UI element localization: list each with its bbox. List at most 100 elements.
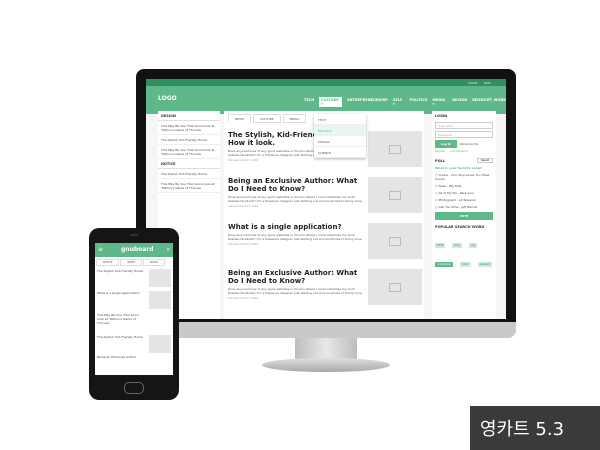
phone-home-button[interactable] <box>124 382 144 394</box>
nav-item-media[interactable]: MEDIA ▾ <box>432 98 447 107</box>
post-thumbnail[interactable] <box>368 177 422 213</box>
search-icon[interactable]: ⌕ <box>474 97 477 103</box>
tag[interactable]: blog <box>452 243 462 248</box>
tag[interactable]: conference <box>435 262 453 267</box>
tab-news[interactable]: NEWS <box>228 114 252 123</box>
post-item: What is a single application? Does anyon… <box>228 223 363 246</box>
post-thumbnail[interactable] <box>368 223 422 259</box>
post-excerpt: Does anyone know of any good websites or… <box>228 233 362 241</box>
tab-culture[interactable]: CULTURE <box>253 114 281 123</box>
version-label: 영카트 5.3 <box>480 419 565 440</box>
image-icon <box>389 282 401 292</box>
login-link[interactable]: LOGIN <box>468 81 477 85</box>
site-logo[interactable]: LOGO <box>158 95 177 102</box>
mobile-thumbnail[interactable] <box>149 335 171 353</box>
culture-dropdown-menu: TECH POLITICS DESIGN SCIENCE <box>314 114 366 158</box>
image-icon <box>389 236 401 246</box>
poll-option[interactable]: ○ Call You Mine - Jeff Bernat <box>432 203 496 210</box>
post-thumbnail[interactable] <box>368 131 422 167</box>
mobile-header: ≡ gnuboard ⌕ <box>95 243 173 257</box>
version-badge: 영카트 5.3 <box>470 406 600 450</box>
remember-me-checkbox[interactable]: Remember Me <box>460 143 478 146</box>
mobile-list-item[interactable]: The Stylish, Kid-Friendly Home. <box>97 269 145 273</box>
tab-news[interactable]: NEWS <box>120 259 142 266</box>
sidebar-heading-design: DESIGN <box>158 111 220 121</box>
tag[interactable]: 2016 <box>435 243 446 248</box>
tab-media[interactable]: MEDIA <box>282 114 307 123</box>
password-field[interactable]: Password <box>435 131 493 138</box>
popular-search-heading: POPULAR SEARCH WORD <box>435 225 485 229</box>
mobile-site-screen: ≡ gnuboard ⌕ NOTICE NEWS MEDIA The Styli… <box>95 243 173 375</box>
menu-icon[interactable]: ≡ <box>98 246 103 253</box>
mobile-list-item[interactable]: What is a single application? <box>97 291 145 295</box>
login-heading: LOGIN <box>435 114 448 118</box>
search-icon[interactable]: ⌕ <box>167 246 170 254</box>
desktop-site-screen: LOGIN JOIN LOGO TECH CULTURE ▾ ENTREPREN… <box>146 79 506 319</box>
post-title[interactable]: What is a single application? <box>228 223 363 231</box>
mobile-tabs: NOTICE NEWS MEDIA <box>96 259 166 266</box>
vote-button[interactable]: VOTE <box>435 212 493 220</box>
sidebar-link[interactable]: This May Be Your First Good Look at 'Tet… <box>158 145 220 159</box>
post-meta: Unknown April 21, 2016 <box>228 243 259 246</box>
dropdown-item-tech[interactable]: TECH <box>314 114 366 125</box>
monitor-stand-neck <box>295 338 357 360</box>
monitor-stand-foot <box>262 358 390 372</box>
post-meta: Unknown April 21, 2016 <box>228 159 259 162</box>
content-tabs: NEWS CULTURE MEDIA <box>228 114 307 123</box>
poll-heading: POLL <box>435 159 446 163</box>
tag[interactable]: element <box>477 262 492 267</box>
post-excerpt: Does anyone know of any good websites or… <box>228 287 362 295</box>
mobile-list-item[interactable]: Being an Exclusive Author <box>97 355 145 359</box>
mobile-thumbnail[interactable] <box>149 269 171 287</box>
nav-item-culture[interactable]: CULTURE ▾ <box>319 97 343 107</box>
sidebar-link[interactable]: This May Be Your First Good Look at 'Tet… <box>158 121 220 135</box>
post-meta: Unknown April 21, 2016 <box>228 205 259 208</box>
poll-option[interactable]: ○ All of My life - Park won <box>432 189 496 196</box>
post-item: Being an Exclusive Author: What Do I Nee… <box>228 269 363 300</box>
menu-icon[interactable]: ≡ <box>488 97 492 103</box>
post-thumbnail[interactable] <box>368 269 422 305</box>
poll-option[interactable]: ○ Photograph - ed Sheeran <box>432 196 496 203</box>
tab-notice[interactable]: NOTICE <box>96 259 120 266</box>
poll-result-button[interactable]: Result <box>477 158 493 163</box>
sidebar-link[interactable]: The Stylish, Kid-Friendly Home. <box>158 135 220 145</box>
lost-password-link[interactable]: Lost Password <box>450 150 468 153</box>
poll-option[interactable]: ○ Coldie - Your Sing Loves You (Feat. Cr… <box>432 171 496 182</box>
dropdown-item-science[interactable]: SCIENCE <box>314 147 366 158</box>
monitor-chin <box>136 322 516 338</box>
nav-item-work[interactable]: WORK <box>494 98 506 107</box>
mobile-list-item[interactable]: This May Be Your First Good Look at 'Tet… <box>97 313 145 325</box>
nav-item-tech[interactable]: TECH <box>304 98 314 107</box>
username-field[interactable]: Username <box>435 122 493 129</box>
tag-cloud: 2016 blog cat conference Color element <box>432 231 496 269</box>
sidebar-link[interactable]: This May Be Your First Good Look at 'Tet… <box>158 179 220 193</box>
mobile-thumbnail[interactable] <box>149 291 171 309</box>
phone-speaker <box>130 234 138 236</box>
nav-item-design[interactable]: DESIGN <box>452 98 467 107</box>
poll-option[interactable]: ○ Spell - Pay Kids <box>432 182 496 189</box>
post-item: Being an Exclusive Author: What Do I Nee… <box>228 177 363 208</box>
post-title[interactable]: Being an Exclusive Author: What Do I Nee… <box>228 177 363 193</box>
nav-item-entrepreneurship[interactable]: ENTREPRENEURSHIP <box>347 98 388 107</box>
register-link[interactable]: Register <box>435 150 445 153</box>
sidebar-link[interactable]: The Stylish, Kid-Friendly Home. <box>158 169 220 179</box>
nav-item-politics[interactable]: POLITICS <box>410 98 428 107</box>
image-icon <box>389 190 401 200</box>
post-excerpt: Does anyone know of any good websites or… <box>228 195 362 203</box>
login-button[interactable]: Log In <box>435 140 457 148</box>
site-topbar: LOGIN JOIN <box>146 79 506 86</box>
mobile-logo[interactable]: gnuboard <box>121 246 154 253</box>
dropdown-item-design[interactable]: DESIGN <box>314 136 366 147</box>
post-title[interactable]: Being an Exclusive Author: What Do I Nee… <box>228 269 363 285</box>
post-meta: Unknown April 21, 2016 <box>228 297 259 300</box>
tag[interactable]: Color <box>460 262 471 267</box>
tab-media[interactable]: MEDIA <box>142 259 166 266</box>
nav-item-self[interactable]: SELF ▾ <box>393 98 405 107</box>
image-icon <box>389 144 401 154</box>
join-link[interactable]: JOIN <box>484 81 490 85</box>
sidebar-heading-notice: NOTICE <box>158 159 220 169</box>
tag[interactable]: cat <box>468 243 477 248</box>
dropdown-item-politics[interactable]: POLITICS <box>314 125 366 136</box>
mobile-list-item[interactable]: The Stylish, Kid-Friendly Home. <box>97 335 145 339</box>
site-header: LOGO TECH CULTURE ▾ ENTREPRENEURSHIP SEL… <box>146 86 506 114</box>
